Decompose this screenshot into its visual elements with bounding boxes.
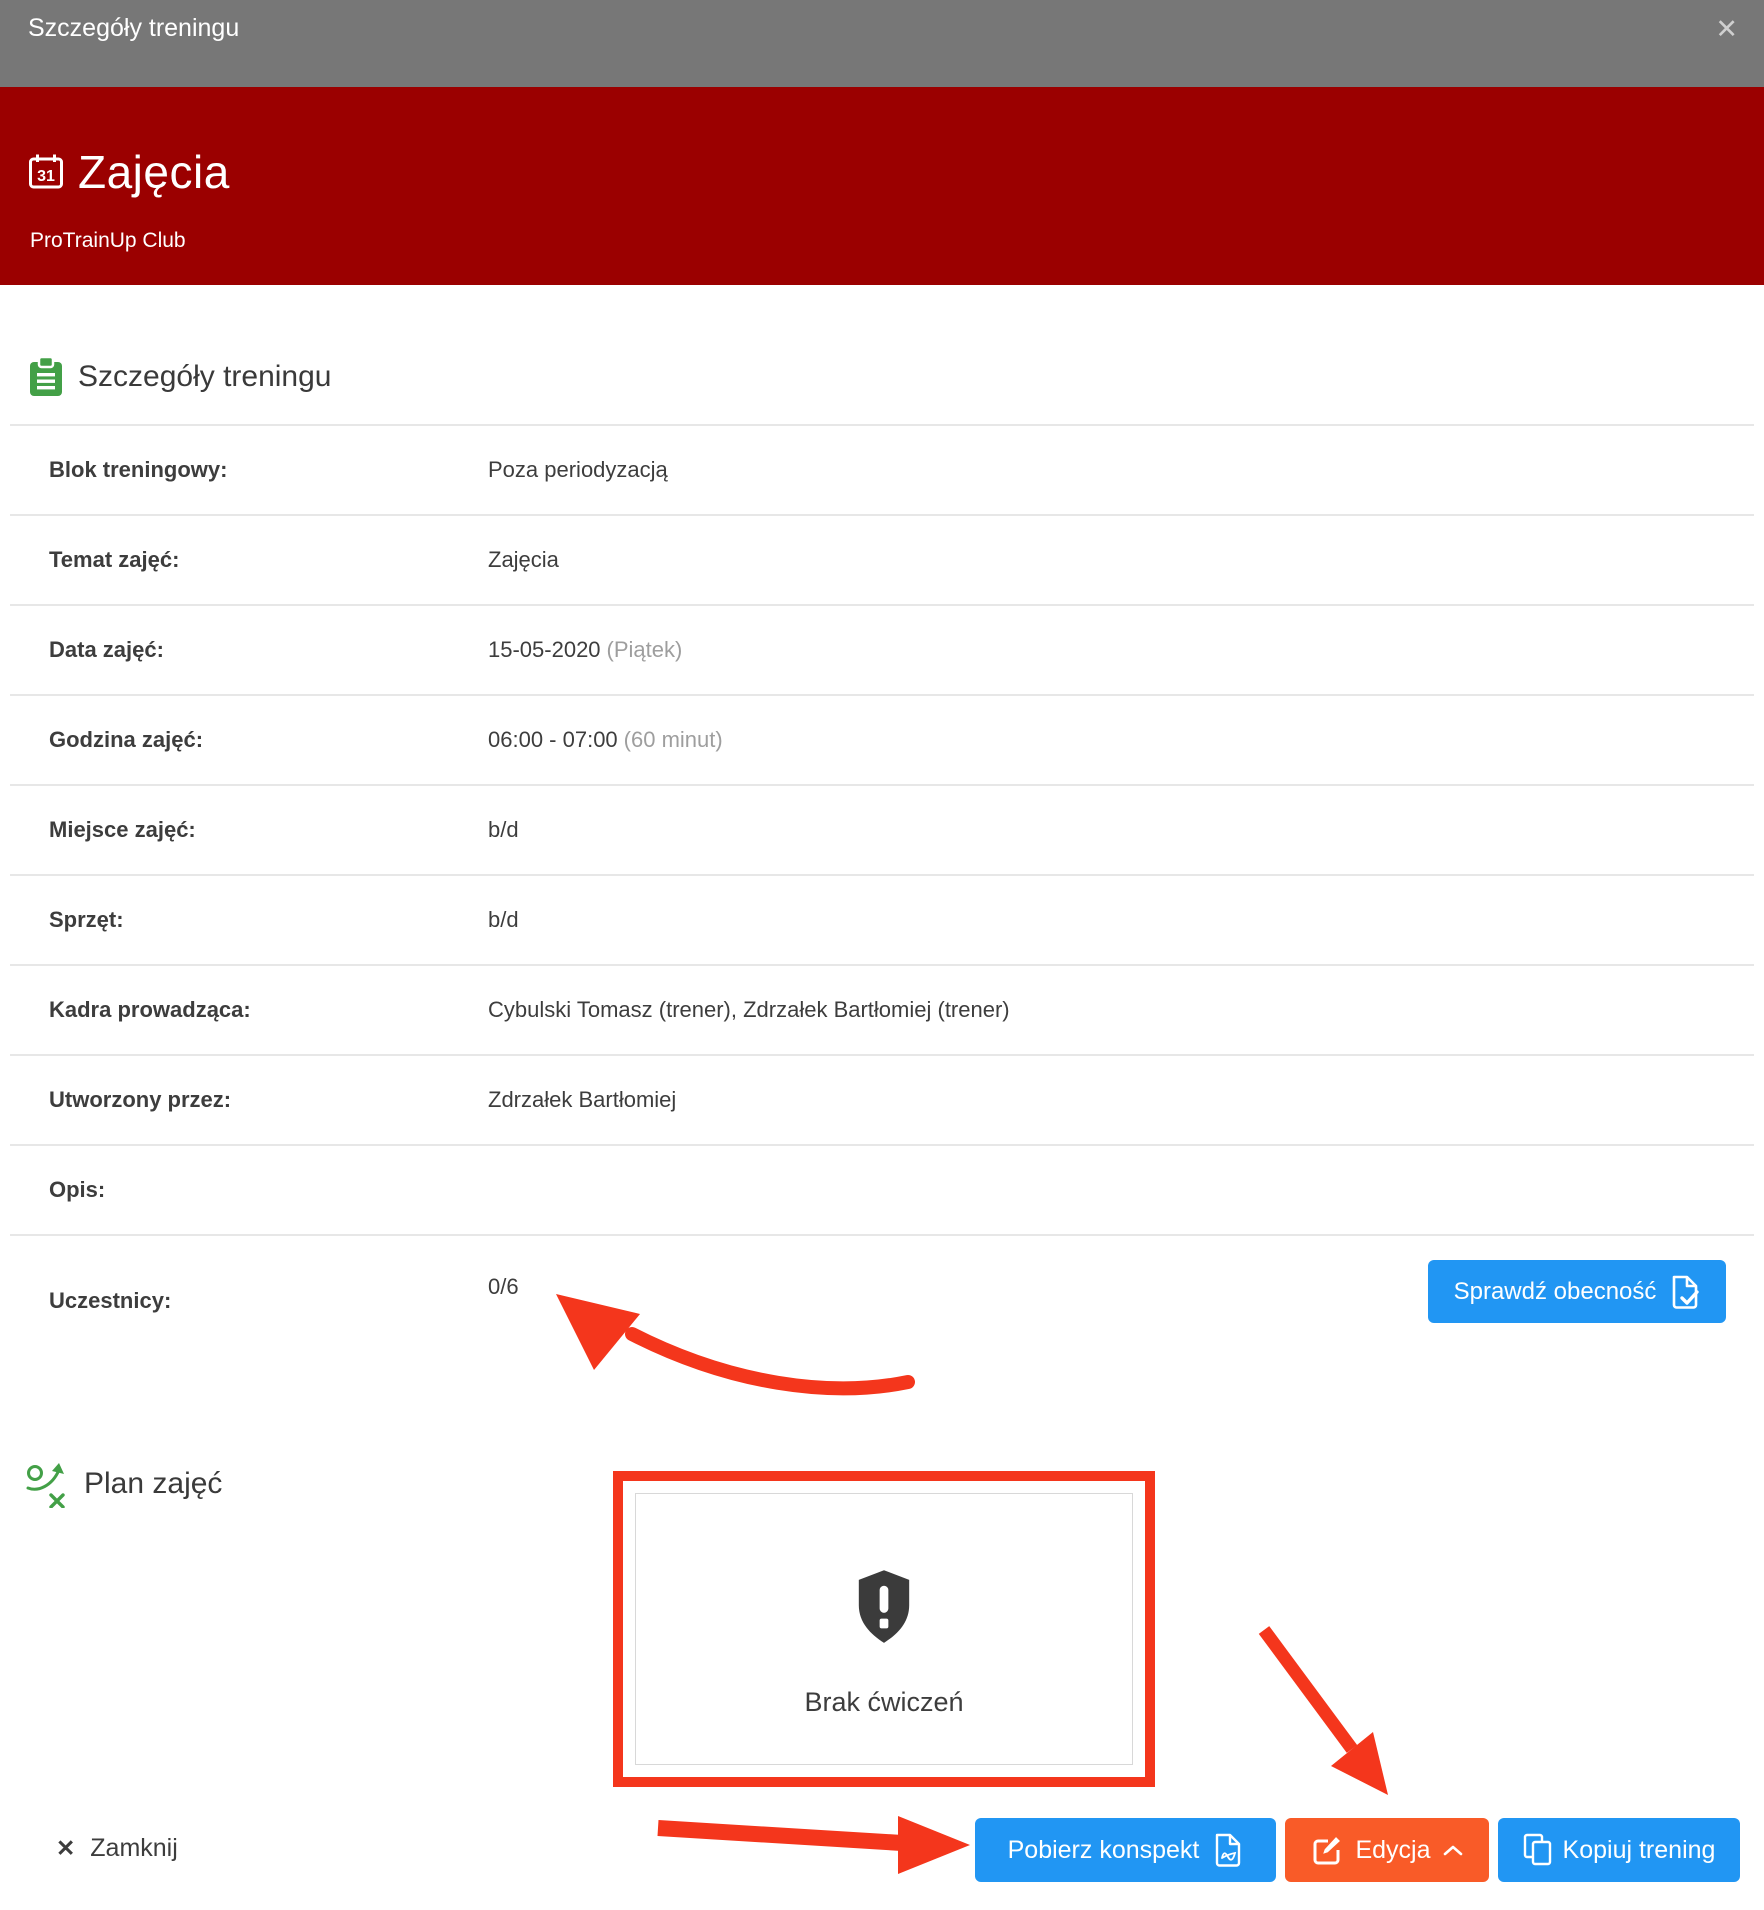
table-row: Temat zajęć: Zajęcia — [10, 516, 1754, 606]
row-value: Zdrzałek Bartłomiej — [488, 1087, 676, 1112]
table-row: Miejsce zajęć: b/d — [10, 786, 1754, 876]
modal-title-bar: Szczegóły treningu ✕ — [0, 0, 1764, 87]
row-value: b/d — [488, 817, 519, 842]
details-section-title: Szczegóły treningu — [78, 360, 331, 394]
clipboard-icon — [28, 356, 64, 398]
table-row: Utworzony przez: Zdrzałek Bartłomiej — [10, 1056, 1754, 1146]
row-label: Temat zajęć: — [10, 547, 488, 573]
row-label: Kadra prowadząca: — [10, 997, 488, 1023]
plan-section-header: Plan zajęć — [26, 1460, 222, 1508]
details-table: Blok treningowy: Poza periodyzacją Temat… — [10, 424, 1754, 1366]
details-section-header: Szczegóły treningu — [28, 356, 1764, 398]
row-value: b/d — [488, 907, 519, 932]
training-details-modal: Szczegóły treningu ✕ 31 Zajęcia ProTrain… — [0, 0, 1764, 1910]
tactics-icon — [26, 1460, 70, 1508]
row-value: 06:00 - 07:00 — [488, 727, 618, 752]
no-exercises-placeholder: Brak ćwiczeń — [635, 1493, 1133, 1765]
training-name-title: Zajęcia — [78, 145, 230, 199]
document-check-icon — [1670, 1275, 1700, 1309]
chevron-up-icon — [1443, 1844, 1463, 1856]
row-label: Blok treningowy: — [10, 457, 488, 483]
plan-section-title: Plan zajęć — [84, 1467, 222, 1501]
close-icon[interactable]: ✕ — [1715, 16, 1738, 43]
download-button-label: Pobierz konspekt — [1008, 1836, 1200, 1865]
participants-label: Uczestnicy: — [10, 1288, 488, 1314]
table-row: Blok treningowy: Poza periodyzacją — [10, 426, 1754, 516]
row-value: Zajęcia — [488, 547, 559, 572]
club-name: ProTrainUp Club — [30, 229, 186, 253]
row-label: Opis: — [10, 1177, 488, 1203]
attendance-button-label: Sprawdź obecność — [1454, 1278, 1657, 1306]
shield-alert-icon — [853, 1567, 915, 1647]
copy-icon — [1523, 1833, 1553, 1867]
row-value-muted: (Piątek) — [607, 637, 683, 662]
row-label: Sprzęt: — [10, 907, 488, 933]
row-value: Poza periodyzacją — [488, 457, 668, 482]
edit-button[interactable]: Edycja — [1285, 1818, 1489, 1882]
edit-button-label: Edycja — [1355, 1836, 1430, 1865]
table-row: Kadra prowadząca: Cybulski Tomasz (trene… — [10, 966, 1754, 1056]
modal-title: Szczegóły treningu — [28, 14, 239, 43]
copy-button-label: Kopiuj trening — [1563, 1836, 1716, 1865]
row-label: Godzina zajęć: — [10, 727, 488, 753]
row-value: Cybulski Tomasz (trener), Zdrzałek Bartł… — [488, 997, 1010, 1022]
row-label: Data zajęć: — [10, 637, 488, 663]
empty-exercises-annotation-box: Brak ćwiczeń — [613, 1471, 1155, 1787]
annotation-arrow-download — [648, 1808, 988, 1883]
training-banner: 31 Zajęcia ProTrainUp Club — [0, 87, 1764, 285]
pdf-file-icon — [1213, 1833, 1243, 1867]
close-label: Zamknij — [90, 1834, 178, 1863]
download-outline-button[interactable]: Pobierz konspekt — [975, 1818, 1276, 1882]
calendar-icon: 31 — [28, 153, 64, 191]
annotation-arrow-edit — [1248, 1618, 1398, 1803]
check-attendance-button[interactable]: Sprawdź obecność — [1428, 1260, 1726, 1323]
row-value: 15-05-2020 — [488, 637, 601, 662]
table-row: Data zajęć: 15-05-2020(Piątek) — [10, 606, 1754, 696]
row-label: Utworzony przez: — [10, 1087, 488, 1113]
row-value-muted: (60 minut) — [624, 727, 723, 752]
svg-text:31: 31 — [37, 168, 55, 185]
close-modal-button[interactable]: ✕ Zamknij — [56, 1834, 178, 1863]
table-row: Sprzęt: b/d — [10, 876, 1754, 966]
row-label: Miejsce zajęć: — [10, 817, 488, 843]
table-row: Opis: — [10, 1146, 1754, 1236]
empty-exercises-text: Brak ćwiczeń — [804, 1687, 963, 1718]
edit-pencil-icon — [1311, 1834, 1343, 1866]
close-x-icon: ✕ — [56, 1835, 75, 1862]
table-row: Godzina zajęć: 06:00 - 07:00(60 minut) — [10, 696, 1754, 786]
copy-training-button[interactable]: Kopiuj trening — [1498, 1818, 1740, 1882]
